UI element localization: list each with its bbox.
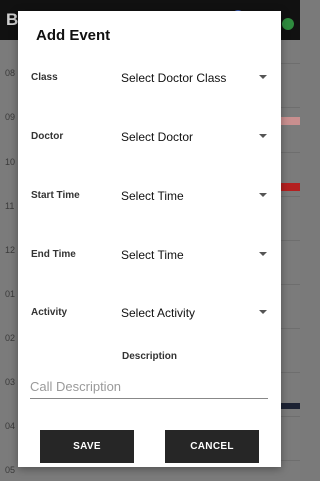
class-label: Class xyxy=(31,72,58,83)
calendar-event xyxy=(280,117,300,125)
hour-label: 02 xyxy=(5,333,16,343)
calendar-event xyxy=(280,403,300,409)
class-row: Class Select Doctor Class xyxy=(18,63,281,93)
hour-label: 10 xyxy=(5,157,16,167)
calendar-event xyxy=(280,183,300,191)
end-time-row: End Time Select Time xyxy=(18,240,281,270)
hour-label: 03 xyxy=(5,377,16,387)
activity-row: Activity Select Activity xyxy=(18,298,281,328)
dropdown-arrow-icon xyxy=(259,193,267,197)
activity-dropdown[interactable]: Select Activity xyxy=(121,301,267,325)
start-time-dropdown[interactable]: Select Time xyxy=(121,184,267,208)
save-button[interactable]: SAVE xyxy=(40,430,134,463)
hour-label: 08 xyxy=(5,68,16,78)
activity-dropdown-value: Select Activity xyxy=(121,306,196,320)
doctor-dropdown[interactable]: Select Doctor xyxy=(121,125,267,149)
hour-label: 04 xyxy=(5,421,16,431)
hour-label: 05 xyxy=(5,465,16,475)
dropdown-arrow-icon xyxy=(259,134,267,138)
class-dropdown-value: Select Doctor Class xyxy=(121,71,227,85)
dropdown-arrow-icon xyxy=(259,252,267,256)
dialog-title: Add Event xyxy=(36,27,111,44)
doctor-row: Doctor Select Doctor xyxy=(18,122,281,152)
start-time-row: Start Time Select Time xyxy=(18,181,281,211)
hour-label: 01 xyxy=(5,289,16,299)
description-input[interactable] xyxy=(30,375,268,399)
hour-label: 09 xyxy=(5,112,16,122)
add-event-icon xyxy=(282,18,294,30)
doctor-dropdown-value: Select Doctor xyxy=(121,130,194,144)
dropdown-arrow-icon xyxy=(259,310,267,314)
description-label: Description xyxy=(121,351,177,362)
end-time-dropdown[interactable]: Select Time xyxy=(121,243,267,267)
dropdown-arrow-icon xyxy=(259,75,267,79)
app-title: B xyxy=(6,10,19,29)
end-time-label: End Time xyxy=(31,249,76,260)
end-time-dropdown-value: Select Time xyxy=(121,248,184,262)
cancel-button[interactable]: CANCEL xyxy=(165,430,259,463)
hour-label: 11 xyxy=(5,201,15,211)
class-dropdown[interactable]: Select Doctor Class xyxy=(121,66,267,90)
start-time-label: Start Time xyxy=(31,190,80,201)
hour-label: 12 xyxy=(5,245,16,255)
add-event-dialog: Add Event Class Select Doctor Class Doct… xyxy=(18,11,281,467)
activity-label: Activity xyxy=(31,307,68,318)
doctor-label: Doctor xyxy=(31,131,64,142)
start-time-dropdown-value: Select Time xyxy=(121,189,184,203)
